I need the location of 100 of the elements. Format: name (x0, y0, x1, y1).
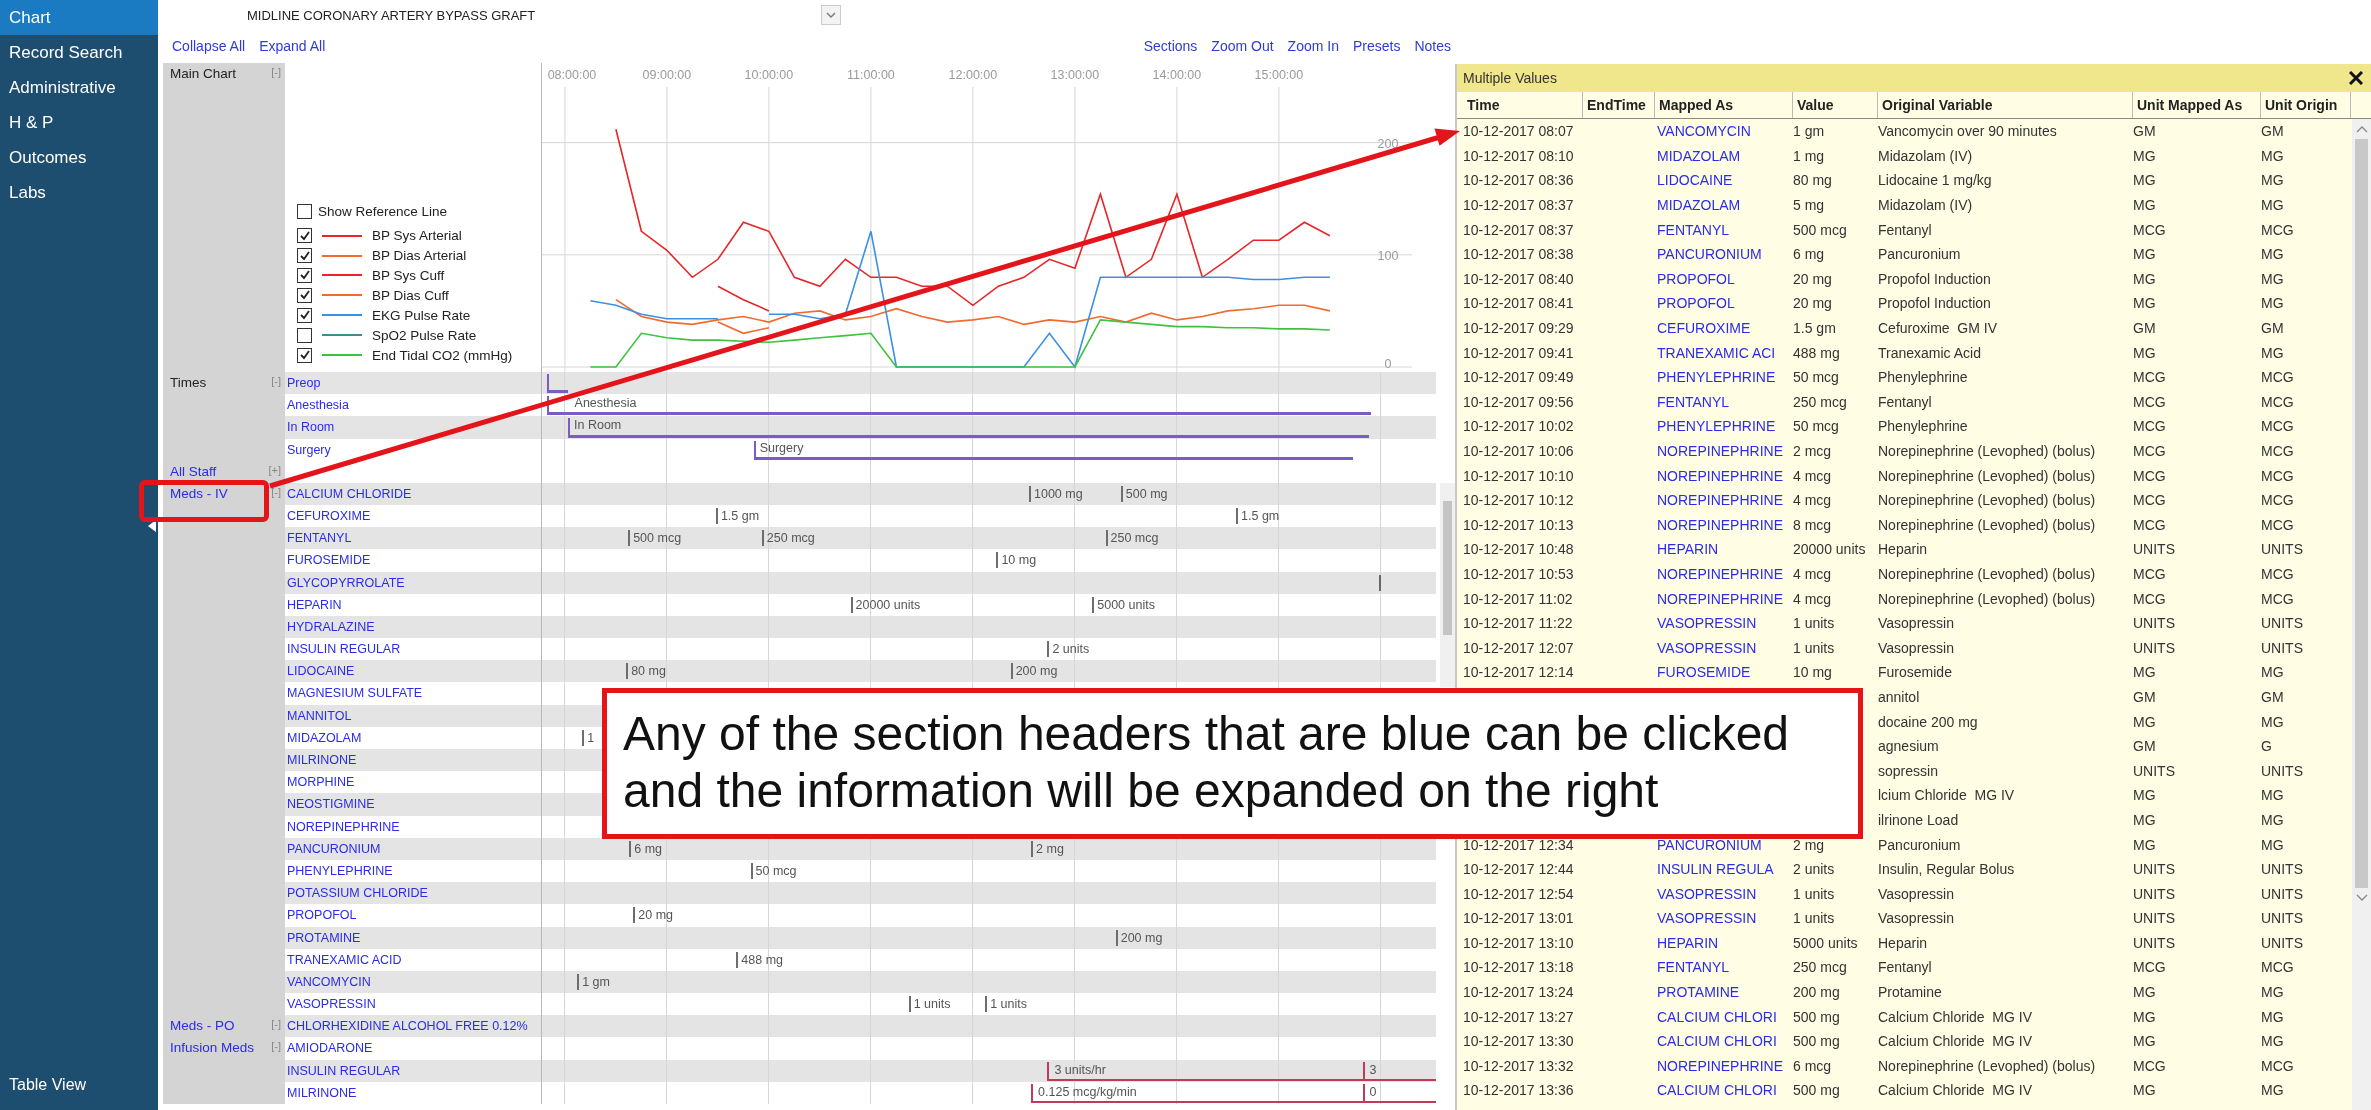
variable-cell-text: sopressin (1878, 762, 1939, 779)
variable-cell-text: Norepinephrine (Levophed) (bolus) (1878, 467, 2097, 484)
unit-cell-text: MCG (2133, 418, 2167, 435)
unit-cell-text: MG (2261, 197, 2285, 214)
variable-cell-text: annitol (1878, 688, 1921, 705)
variable-cell-text: Propofol Induction (1878, 295, 1992, 312)
unit-cell-text: MCG (2261, 492, 2295, 509)
variable-cell-text: Fentanyl (1878, 393, 1933, 410)
variable-cell-text: Protamine (1878, 984, 1943, 1001)
unit-cell-text: UNITS (2261, 934, 2304, 951)
axis-label: 14:00:00 (1152, 68, 1202, 82)
unit-cell-text: MCG (2133, 467, 2167, 484)
variable-cell-text: Heparin (1878, 934, 1929, 951)
unit-cell-text: MG (2261, 344, 2285, 361)
time-cell-text: 10-12-2017 08:36 (1463, 172, 1575, 189)
time-cell-text: 10-12-2017 10:10 (1463, 467, 1575, 484)
variable-cell-text: Cefuroxime GM IV (1878, 320, 1999, 337)
variable-cell-text: Norepinephrine (Levophed) (bolus) (1878, 590, 2097, 607)
variable-cell-text: Insulin, Regular Bolus (1878, 861, 2016, 878)
value-cell-text: 20000 units (1793, 541, 1867, 558)
legend-label: BP Dias Arterial (372, 248, 467, 264)
value-cell-text: 20 mg (1793, 295, 1833, 312)
time-cell-text: 10-12-2017 08:37 (1463, 197, 1575, 214)
unit-cell-text: MG (2133, 295, 2157, 312)
variable-cell-text: Phenylephrine (1878, 418, 1969, 435)
value-cell-text: 80 mg (1793, 172, 1833, 189)
legend-label: BP Sys Cuff (372, 268, 445, 283)
unit-cell-text: UNITS (2133, 885, 2176, 902)
unit-cell-text: G (2261, 738, 2273, 755)
variable-cell-text: Norepinephrine (Levophed) (bolus) (1878, 492, 2097, 509)
unit-cell-text: UNITS (2133, 934, 2176, 951)
time-cell-text: 10-12-2017 12:34 (1463, 836, 1575, 853)
variable-cell-text: Calcium Chloride MG IV (1878, 1033, 2034, 1050)
unit-cell-text: MG (2133, 1008, 2157, 1025)
variable-cell-text: Norepinephrine (Levophed) (bolus) (1878, 443, 2097, 459)
time-cell-text: 10-12-2017 09:41 (1463, 344, 1575, 361)
unit-cell-text: MG (2261, 147, 2285, 164)
value-cell-text: 1 units (1793, 885, 1836, 902)
unit-cell-text: GM (2133, 738, 2157, 755)
value-cell-text: 4 mcg (1793, 590, 1833, 607)
unit-cell-text: MCG (2261, 566, 2295, 582)
time-cell-text: 10-12-2017 09:56 (1463, 393, 1575, 410)
unit-cell-text: MG (2133, 246, 2157, 263)
unit-cell-text: MG (2261, 172, 2285, 189)
unit-cell-text: MCG (2261, 1057, 2295, 1074)
section-label: Times (170, 375, 207, 390)
time-cell-text: 10-12-2017 12:54 (1463, 885, 1575, 902)
axis-label: 10:00:00 (744, 68, 794, 82)
value-cell-text: 4 mcg (1793, 467, 1833, 484)
unit-cell-text: MCG (2261, 959, 2295, 976)
unit-cell-text: UNITS (2133, 541, 2176, 558)
variable-cell-text: Vancomycin over 90 minutes (1878, 123, 2058, 140)
unit-cell-text: GM (2261, 123, 2285, 140)
legend-label: SpO2 Pulse Rate (372, 327, 477, 343)
unit-cell-text: MCG (2133, 959, 2167, 976)
value-cell-text: 5 mg (1793, 197, 1826, 214)
time-cell-text: 10-12-2017 09:49 (1463, 369, 1575, 386)
time-cell-text: 10-12-2017 13:27 (1463, 1008, 1575, 1025)
value-cell-text: 1 units (1793, 615, 1836, 632)
variable-cell-text: Fentanyl (1878, 959, 1933, 976)
axis-label: 200 (1377, 136, 1399, 151)
unit-cell-text: GM (2261, 688, 2285, 705)
variable-cell-text: Vasopressin (1878, 885, 1955, 902)
unit-cell-text: MG (2261, 270, 2285, 287)
time-cell-text: 10-12-2017 11:02 (1463, 590, 1574, 607)
time-cell-text: 10-12-2017 10:12 (1463, 492, 1575, 509)
variable-cell-text: Midazolam (IV) (1878, 147, 1974, 164)
time-cell-text: 10-12-2017 13:01 (1463, 910, 1575, 927)
time-cell-text: 10-12-2017 10:02 (1463, 418, 1575, 435)
axis-label: 08:00:00 (547, 68, 597, 82)
value-cell-text: 6 mcg (1793, 1057, 1833, 1074)
legend-label: BP Sys Arterial (372, 228, 462, 244)
axis-label: 0 (1384, 357, 1392, 371)
variable-cell-text: Norepinephrine (Levophed) (bolus) (1878, 516, 2097, 533)
unit-cell-text: UNITS (2261, 762, 2304, 779)
unit-cell-text: MCG (2261, 418, 2295, 435)
variable-cell-text: agnesium (1878, 738, 1940, 755)
unit-cell-text: GM (2133, 320, 2157, 337)
variable-cell-text: Pancuronium (1878, 836, 1962, 853)
time-cell-text: 10-12-2017 08:37 (1463, 221, 1575, 238)
value-cell-text: 500 mcg (1793, 221, 1848, 238)
unit-cell-text: MCG (2261, 516, 2295, 533)
value-cell-text: 500 mg (1793, 1033, 1841, 1050)
time-cell-text: 10-12-2017 13:18 (1463, 959, 1575, 976)
value-cell-text: 1 units (1793, 639, 1836, 656)
unit-cell-text: MCG (2261, 369, 2295, 386)
variable-cell-text: Vasopressin (1878, 639, 1955, 656)
unit-cell-text: MCG (2261, 590, 2295, 607)
time-cell-text: 10-12-2017 08:41 (1463, 295, 1575, 312)
time-cell-text: 10-12-2017 08:40 (1463, 270, 1575, 287)
unit-cell-text: MCG (2133, 516, 2167, 533)
variable-cell-text: Vasopressin (1878, 910, 1955, 927)
time-cell-text: 10-12-2017 13:10 (1463, 934, 1575, 951)
unit-cell-text: MG (2133, 1082, 2157, 1099)
time-cell-text: 10-12-2017 13:36 (1463, 1082, 1575, 1099)
value-cell-text: 4 mcg (1793, 492, 1833, 509)
value-cell-text: 20 mg (1793, 270, 1833, 287)
variable-cell-text: Norepinephrine (Levophed) (bolus) (1878, 1057, 2097, 1074)
unit-cell-text: MG (2133, 270, 2157, 287)
variable-cell-text: Calcium Chloride MG IV (1878, 1082, 2034, 1099)
